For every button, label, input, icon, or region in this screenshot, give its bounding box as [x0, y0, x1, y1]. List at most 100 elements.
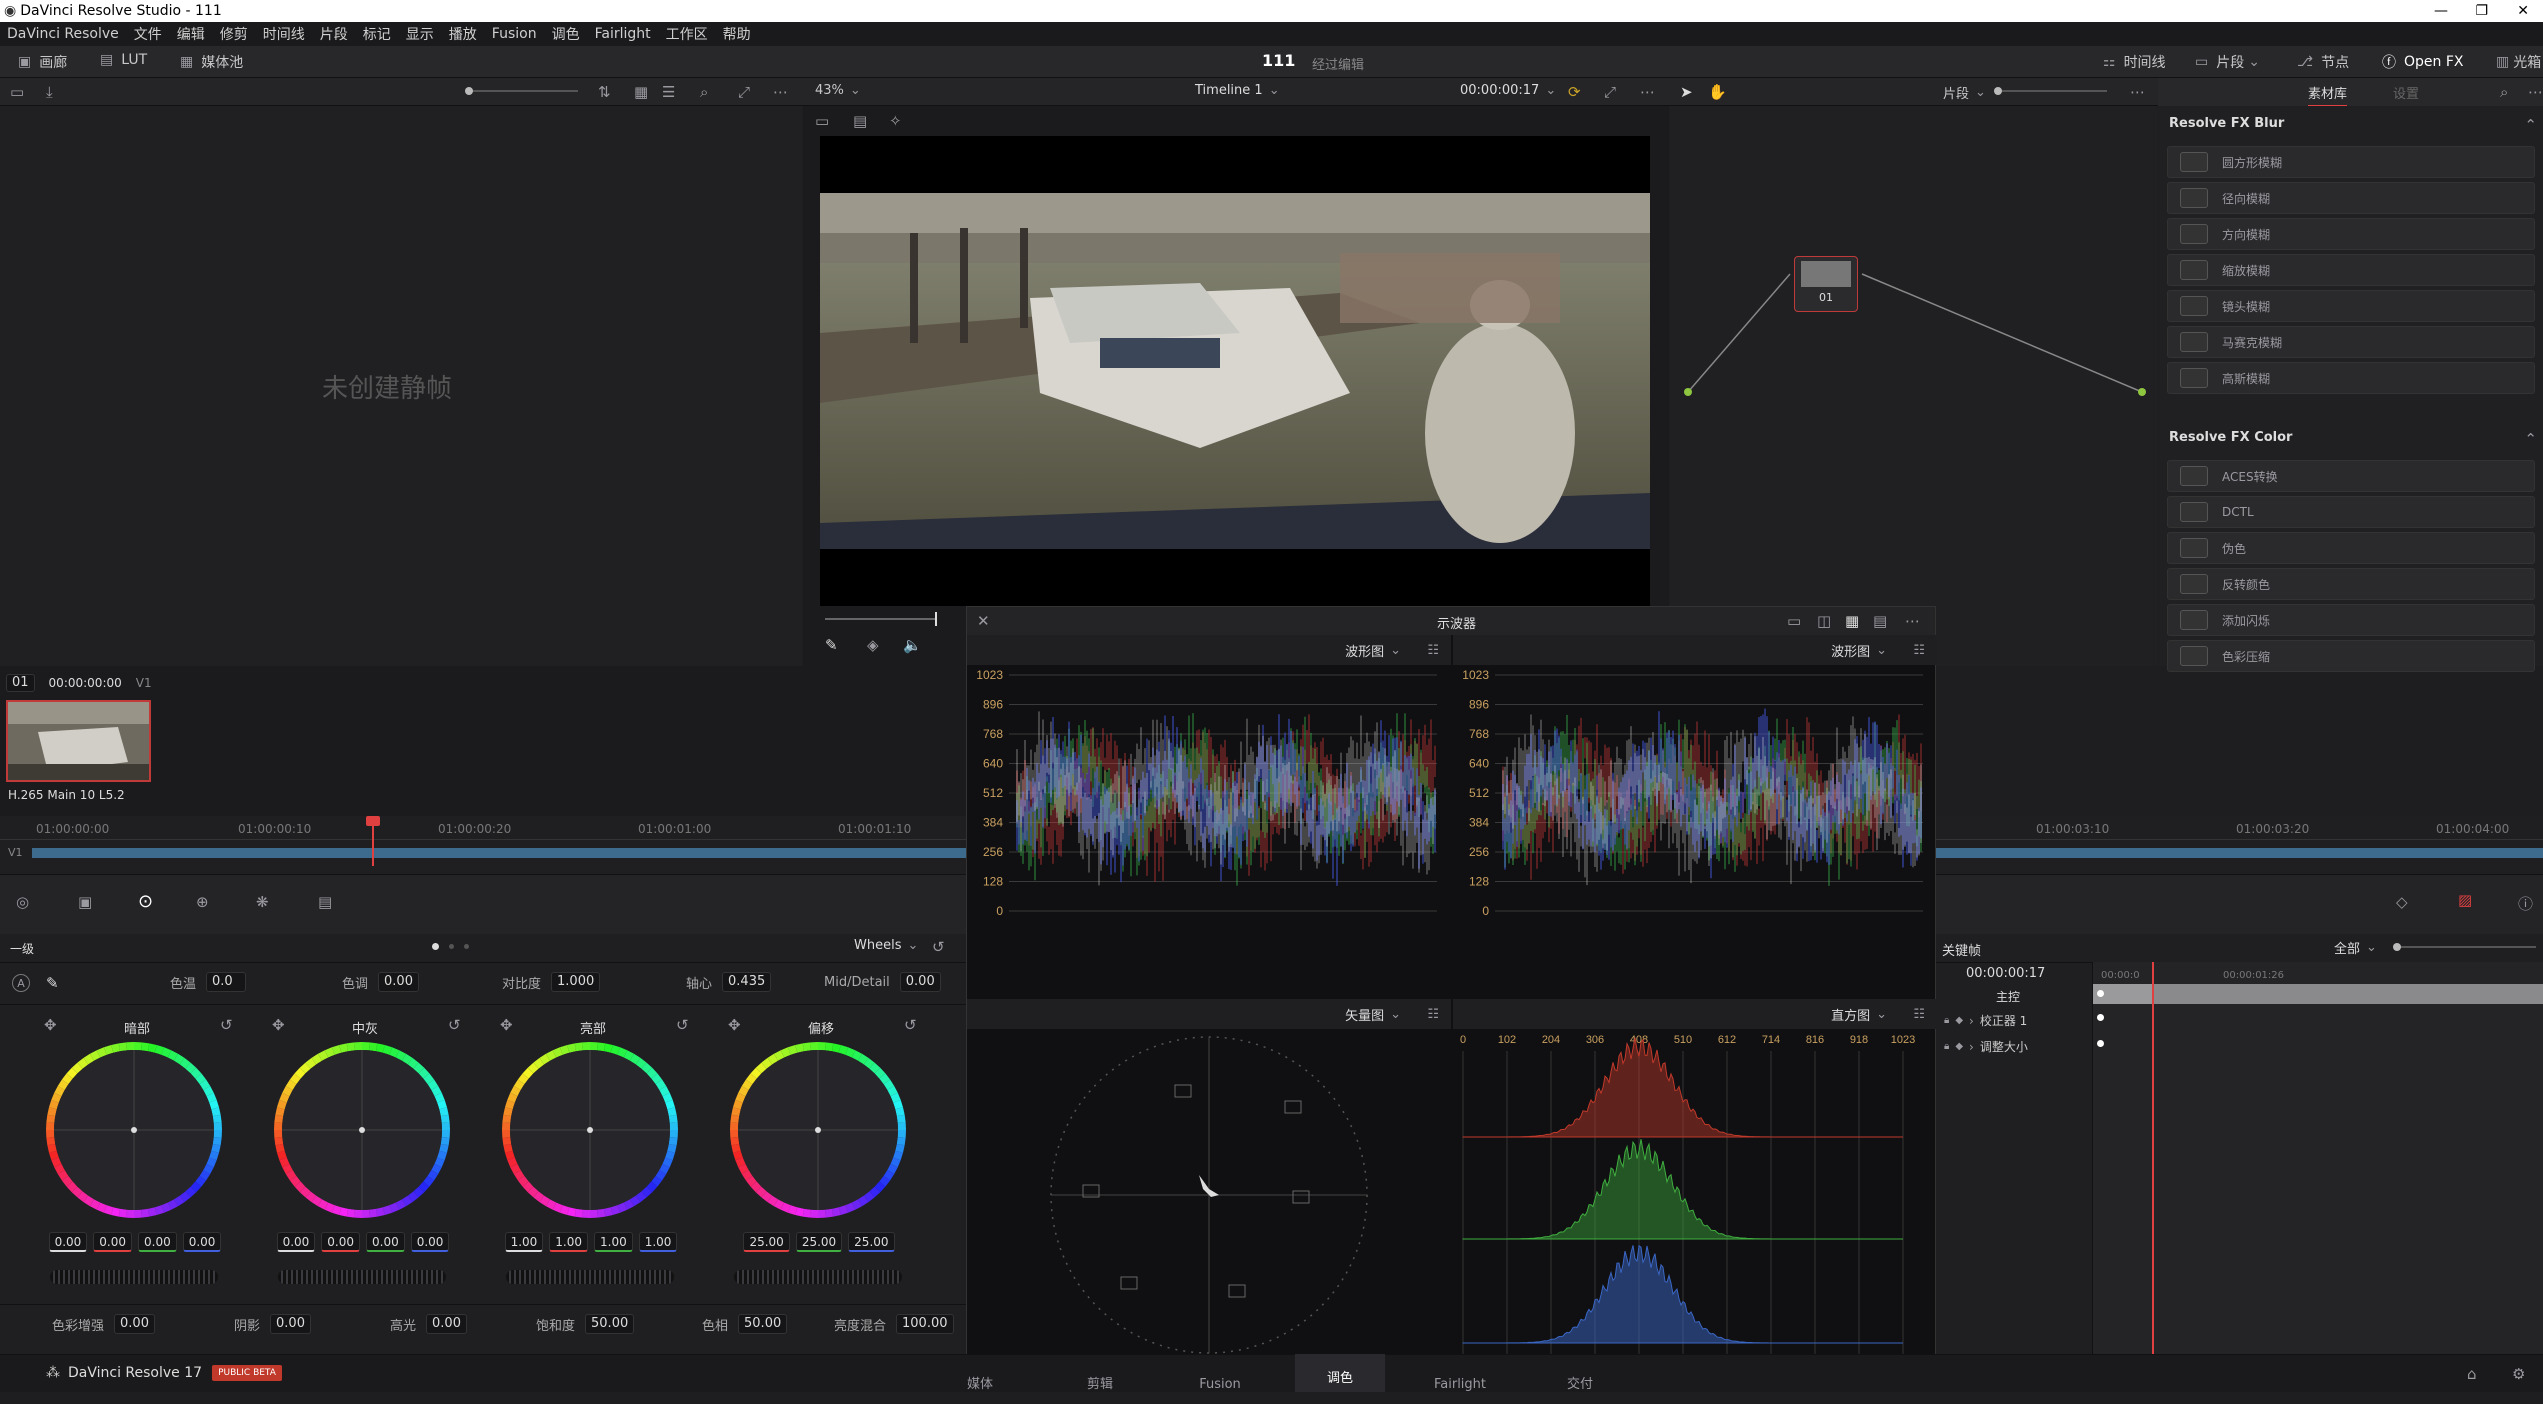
tab-library[interactable]: 素材库	[2308, 83, 2348, 107]
bypass-icon[interactable]: ⟳	[1568, 83, 1581, 101]
shadows-field[interactable]: 阴影 0.00	[234, 1314, 311, 1334]
collapse-icon[interactable]: ⌃	[2524, 430, 2537, 448]
expand-icon[interactable]: ⤢	[738, 83, 750, 101]
eyedropper-icon[interactable]: ✎	[825, 636, 838, 654]
layout-single-icon[interactable]: ▭	[1787, 612, 1801, 630]
wheel-center-handle[interactable]	[359, 1127, 365, 1133]
search-icon[interactable]: ⌕	[2500, 83, 2508, 101]
wheel-value-field[interactable]: 25.00	[743, 1232, 790, 1252]
fx-color-item[interactable]: ACES转换	[2167, 460, 2535, 492]
reset-icon[interactable]: ↺	[220, 1016, 233, 1034]
fx-blur-item[interactable]: 高斯模糊	[2167, 362, 2535, 394]
keyframe-dot[interactable]	[2097, 990, 2104, 997]
page-tab-media[interactable]: 媒体	[935, 1373, 1025, 1392]
scope-settings-icon[interactable]: ☷	[1427, 643, 1439, 658]
menu-timeline[interactable]: 时间线	[263, 24, 305, 44]
scope-mode-select[interactable]: 波形图	[1345, 641, 1384, 660]
gallery-button[interactable]: ▣ 画廊	[18, 52, 67, 72]
fx-color-item[interactable]: 伪色	[2167, 532, 2535, 564]
kf-row-sizing[interactable]: 🔒︎ ◆ › 调整大小	[1944, 1038, 2028, 1055]
reset-icon[interactable]: ↺	[904, 1016, 917, 1034]
grid-view-icon[interactable]: ▦	[634, 83, 648, 101]
camera-raw-icon[interactable]: ◎	[16, 893, 29, 911]
audio-icon[interactable]: 🔈	[903, 636, 922, 654]
layers-icon[interactable]: ◈	[867, 636, 879, 654]
hue-field[interactable]: 色相 50.00	[702, 1314, 788, 1334]
lum-mix-field[interactable]: 亮度混合 100.00	[834, 1314, 954, 1334]
tint-field[interactable]: 色调 0.00	[342, 972, 419, 992]
menu-help[interactable]: 帮助	[723, 24, 751, 44]
wheels-mode-select[interactable]: Wheels ⌄	[854, 938, 918, 953]
fx-blur-item[interactable]: 马赛克模糊	[2167, 326, 2535, 358]
viewer-timecode[interactable]: 00:00:00:17 ⌄	[1460, 83, 1556, 98]
zoom-select[interactable]: 43% ⌄	[815, 83, 861, 98]
sort-icon[interactable]: ⇅	[598, 83, 611, 101]
rgb-mixer-icon[interactable]: ❋	[256, 893, 269, 911]
node-zoom-slider[interactable]	[1994, 87, 2107, 95]
menu-fusion[interactable]: Fusion	[492, 26, 537, 42]
keyframe-icon[interactable]: ◆	[1955, 1015, 1963, 1026]
menu-playback[interactable]: 播放	[449, 24, 477, 44]
fx-blur-item[interactable]: 镜头模糊	[2167, 290, 2535, 322]
master-wheel-jog[interactable]	[506, 1270, 674, 1284]
more-options-icon[interactable]: ⋯	[773, 83, 788, 101]
wheel-value-field[interactable]: 1.00	[504, 1232, 544, 1252]
keyframe-dot[interactable]	[2097, 1014, 2104, 1021]
menu-davinci[interactable]: DaVinci Resolve	[7, 26, 119, 42]
grab-still-icon[interactable]: ⤓	[46, 83, 53, 101]
reset-all-icon[interactable]: ↺	[932, 938, 945, 956]
home-icon[interactable]: ⌂	[2467, 1365, 2477, 1383]
middetail-field[interactable]: Mid/Detail 0.00	[824, 972, 941, 992]
motion-effects-icon[interactable]: ▤	[318, 893, 332, 911]
fx-blur-item[interactable]: 径向模糊	[2167, 182, 2535, 214]
reset-icon[interactable]: ↺	[676, 1016, 689, 1034]
menu-view[interactable]: 显示	[406, 24, 434, 44]
color-boost-field[interactable]: 色彩增强 0.00	[52, 1314, 155, 1334]
media-pool-button[interactable]: ▦ 媒体池	[180, 52, 243, 72]
menu-fairlight[interactable]: Fairlight	[595, 26, 651, 42]
wheel-picker-icon[interactable]: ✥	[272, 1016, 285, 1034]
gallery-zoom-slider[interactable]	[465, 87, 578, 95]
close-button[interactable]: ✕	[2517, 3, 2529, 19]
pointer-icon[interactable]: ➤	[1680, 83, 1693, 101]
page-tab-fairlight[interactable]: Fairlight	[1415, 1377, 1505, 1392]
fullscreen-icon[interactable]: ⤢	[1604, 83, 1616, 101]
wheel-value-field[interactable]: 0.00	[276, 1232, 316, 1252]
scopes-toggle-icon[interactable]: ▨	[2458, 891, 2472, 909]
viewer-frame[interactable]	[820, 136, 1650, 606]
keyframe-dot[interactable]	[2097, 1040, 2104, 1047]
timeline-select[interactable]: Timeline 1 ⌄	[1195, 83, 1280, 98]
kf-row-corrector[interactable]: 🔒︎ ◆ › 校正器 1	[1944, 1012, 2027, 1029]
contrast-field[interactable]: 对比度 1.000	[502, 972, 601, 992]
magic-wand-icon[interactable]: ✧	[889, 112, 902, 130]
wheel-ring[interactable]	[44, 1040, 224, 1220]
wheel-picker-icon[interactable]: ✥	[44, 1016, 57, 1034]
settings-gear-icon[interactable]: ⚙	[2512, 1365, 2525, 1383]
menu-edit[interactable]: 编辑	[177, 24, 205, 44]
layout-double-icon[interactable]: ◫	[1817, 612, 1831, 630]
wheel-value-field[interactable]: 0.00	[321, 1232, 360, 1252]
page-tab-deliver[interactable]: 交付	[1535, 1373, 1625, 1392]
wheel-value-field[interactable]: 1.00	[594, 1232, 633, 1252]
color-match-icon[interactable]: ▣	[78, 893, 92, 911]
wheel-value-field[interactable]: 1.00	[549, 1232, 588, 1252]
collapse-icon[interactable]: ⌃	[2524, 116, 2537, 134]
info-icon[interactable]: ⓘ	[2518, 893, 2533, 914]
keyframes-toggle-icon[interactable]: ◇	[2396, 893, 2408, 911]
restore-button[interactable]: ❐	[2475, 3, 2488, 19]
lightbox-toggle[interactable]: ▥ 光箱	[2496, 52, 2541, 72]
page-dots[interactable]	[432, 943, 469, 950]
viewer-scrubber[interactable]	[825, 612, 937, 626]
lock-icon[interactable]: 🔒︎	[1944, 1041, 1949, 1052]
menu-workspace[interactable]: 工作区	[666, 24, 708, 44]
scope-settings-icon[interactable]: ☷	[1427, 1007, 1439, 1022]
lock-icon[interactable]: 🔒︎	[1944, 1015, 1949, 1026]
page-tab-color[interactable]: 调色	[1295, 1354, 1385, 1392]
playhead-handle[interactable]	[366, 816, 380, 826]
master-wheel-jog[interactable]	[734, 1270, 902, 1284]
nodes-toggle[interactable]: ⎇ 节点	[2297, 52, 2349, 72]
single-view-icon[interactable]: ▭	[815, 112, 829, 130]
layout-grid-icon[interactable]: ▤	[1873, 612, 1887, 630]
hand-icon[interactable]: ✋	[1708, 83, 1727, 101]
tab-settings[interactable]: 设置	[2393, 83, 2419, 102]
